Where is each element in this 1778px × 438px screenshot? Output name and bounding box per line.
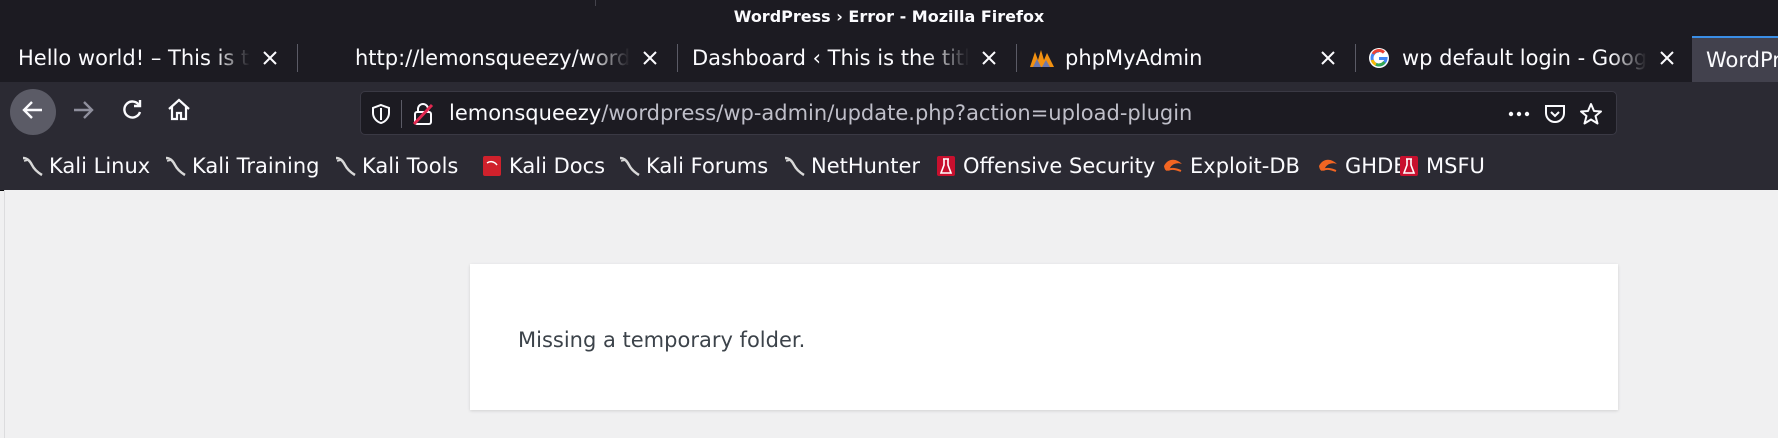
url-bar[interactable]: lemonsqueezy/wordpress/wp-admin/update.p…	[360, 91, 1617, 135]
arrow-right-icon	[70, 97, 96, 127]
tab-label: http://lemonsqueezy/wordpress/wp-admin	[355, 46, 630, 70]
window-title: WordPress › Error - Mozilla Firefox	[733, 7, 1045, 26]
bookmark-offensive-security[interactable]: Offensive Security	[934, 152, 1155, 180]
bookmark-msfu[interactable]: MSFU	[1397, 152, 1485, 180]
background-window-edge	[595, 0, 1778, 6]
reload-button[interactable]	[109, 89, 155, 135]
bookmark-label: Kali Forums	[646, 154, 769, 178]
window-titlebar: WordPress › Error - Mozilla Firefox	[0, 0, 1778, 34]
close-tab-icon[interactable]	[1655, 46, 1679, 70]
kali-dragon-icon	[782, 154, 806, 178]
bookmark-label: MSFU	[1426, 154, 1485, 178]
url-path: /wordpress/wp-admin/update.php?action=up…	[601, 101, 1193, 125]
bookmark-kali-linux[interactable]: Kali Linux	[20, 152, 150, 180]
bookmark-star-icon[interactable]	[1579, 102, 1603, 126]
exploitdb-icon	[1316, 154, 1340, 178]
bookmark-label: Kali Linux	[49, 154, 151, 178]
tracking-protection-shield-icon[interactable]	[369, 102, 393, 126]
tab-wordpress-error-active[interactable]: WordPress › Error	[1692, 36, 1778, 82]
offsec-icon	[1397, 154, 1421, 178]
home-icon	[166, 97, 192, 127]
kali-dragon-icon	[617, 154, 641, 178]
tab-dashboard[interactable]: Dashboard ‹ This is the title of the sit…	[678, 38, 1017, 78]
page-content: Missing a temporary folder.	[4, 190, 1778, 438]
tab-label: wp default login - Google Search	[1402, 46, 1647, 70]
bookmark-nethunter[interactable]: NetHunter	[782, 152, 920, 180]
phpmyadmin-logo-icon	[1029, 45, 1055, 71]
urlbar-divider	[401, 100, 402, 128]
offsec-icon	[934, 154, 958, 178]
close-tab-icon[interactable]	[638, 46, 662, 70]
tab-lemonsqueezy-url[interactable]: http://lemonsqueezy/wordpress/wp-admin	[339, 38, 678, 78]
bookmark-label: NetHunter	[811, 154, 921, 178]
tab-google-search[interactable]: wp default login - Google Search	[1356, 38, 1695, 78]
bookmark-label: Kali Tools	[362, 154, 459, 178]
page-actions-icon[interactable]	[1507, 102, 1531, 126]
navigation-toolbar: lemonsqueezy/wordpress/wp-admin/update.p…	[0, 82, 1778, 142]
kali-docs-icon	[480, 154, 504, 178]
tab-strip: Hello world! – This is the title of the …	[0, 34, 1778, 82]
reload-icon	[119, 97, 145, 127]
exploitdb-icon	[1161, 154, 1185, 178]
kali-dragon-icon	[333, 154, 357, 178]
bookmark-kali-docs[interactable]: Kali Docs	[480, 152, 605, 180]
kali-dragon-icon	[20, 154, 44, 178]
tab-label: WordPress › Error	[1706, 48, 1778, 72]
back-button[interactable]	[10, 89, 56, 135]
forward-button[interactable]	[60, 89, 106, 135]
tab-label: Hello world! – This is the title of the …	[18, 46, 250, 70]
bookmark-kali-training[interactable]: Kali Training	[163, 152, 319, 180]
bookmark-label: Kali Training	[192, 154, 320, 178]
bookmark-kali-forums[interactable]: Kali Forums	[617, 152, 768, 180]
google-logo-icon	[1366, 45, 1392, 71]
tab-separator	[297, 44, 298, 72]
bookmark-kali-tools[interactable]: Kali Tools	[333, 152, 458, 180]
close-tab-icon[interactable]	[258, 46, 282, 70]
error-message: Missing a temporary folder.	[518, 328, 806, 352]
bookmark-label: Kali Docs	[509, 154, 606, 178]
tab-hello-world[interactable]: Hello world! – This is the title of the …	[0, 38, 298, 78]
bookmark-label: Offensive Security	[963, 154, 1156, 178]
kali-dragon-icon	[163, 154, 187, 178]
bookmarks-toolbar: Kali Linux Kali Training Kali Tools Kali…	[0, 142, 1778, 191]
tab-phpmyadmin[interactable]: phpMyAdmin	[1017, 38, 1356, 78]
wp-error-box: Missing a temporary folder.	[470, 264, 1618, 410]
pocket-icon[interactable]	[1543, 102, 1567, 126]
url-text[interactable]: lemonsqueezy/wordpress/wp-admin/update.p…	[449, 101, 1192, 125]
home-button[interactable]	[156, 89, 202, 135]
insecure-connection-icon[interactable]	[411, 102, 435, 126]
bookmark-label: Exploit-DB	[1190, 154, 1300, 178]
url-host: lemonsqueezy	[449, 101, 602, 125]
close-tab-icon[interactable]	[1316, 46, 1340, 70]
close-tab-icon[interactable]	[977, 46, 1001, 70]
bookmark-exploit-db[interactable]: Exploit-DB	[1161, 152, 1300, 180]
bookmark-ghdb[interactable]: GHDB	[1316, 152, 1408, 180]
tab-label: phpMyAdmin	[1065, 46, 1203, 70]
arrow-left-icon	[20, 97, 46, 127]
tab-label: Dashboard ‹ This is the title of the sit…	[692, 46, 969, 70]
